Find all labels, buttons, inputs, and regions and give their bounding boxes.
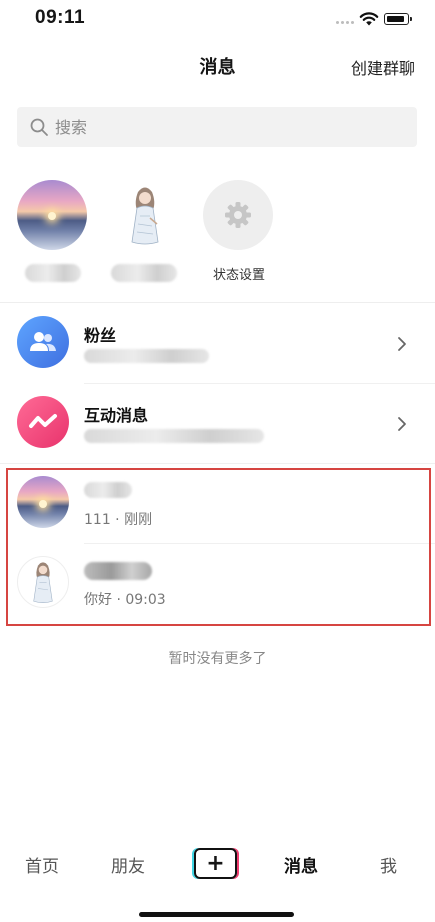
status-settings-button[interactable] <box>203 180 273 250</box>
fans-title: 粉丝 <box>84 326 117 345</box>
girl-sketch-illustration <box>131 187 159 245</box>
interactions-title: 互动消息 <box>84 406 149 425</box>
divider <box>0 302 435 303</box>
no-more-text: 暂时没有更多了 <box>168 651 267 667</box>
people-icon <box>30 332 56 351</box>
interactions-row[interactable]: 互动消息 <box>0 384 435 464</box>
wifi-icon <box>359 12 379 26</box>
home-indicator[interactable] <box>139 912 294 917</box>
zigzag-icon <box>29 414 57 428</box>
fans-icon-badge <box>17 316 69 368</box>
highlight-box <box>6 468 431 626</box>
bottom-tab-bar: 首页 朋友 + 消息 我 <box>0 838 435 890</box>
status-settings[interactable]: 状态设置 <box>203 180 275 283</box>
status-time: 09:11 <box>35 7 86 28</box>
search-icon <box>30 118 48 136</box>
create-post-button[interactable]: + <box>194 848 237 879</box>
interactions-icon-badge <box>17 396 69 448</box>
header: 消息 创建群聊 <box>0 40 435 90</box>
tab-home[interactable]: 首页 <box>25 852 59 877</box>
status-bar: 09:11 <box>0 0 435 38</box>
search-input[interactable] <box>55 117 395 137</box>
story-name-blurred <box>17 264 89 286</box>
search-bar[interactable] <box>17 107 417 147</box>
chevron-right-icon <box>398 337 406 351</box>
fans-subtitle-blurred <box>84 349 209 367</box>
interactions-subtitle-blurred <box>84 429 264 447</box>
story-item[interactable] <box>110 180 180 286</box>
tab-me[interactable]: 我 <box>380 852 397 877</box>
fans-row[interactable]: 粉丝 <box>0 304 435 384</box>
story-item[interactable] <box>17 180 89 286</box>
chevron-right-icon <box>398 417 406 431</box>
story-row: 状态设置 <box>0 180 435 290</box>
tab-friends[interactable]: 朋友 <box>111 852 145 877</box>
tab-messages[interactable]: 消息 <box>284 852 318 877</box>
girl-sketch-avatar[interactable] <box>110 180 180 250</box>
create-group-button[interactable]: 创建群聊 <box>351 55 415 79</box>
status-settings-label: 状态设置 <box>212 268 265 283</box>
story-name-blurred <box>110 264 178 286</box>
battery-icon <box>384 13 412 25</box>
sunset-avatar[interactable] <box>17 180 87 250</box>
gear-icon <box>225 202 251 228</box>
cellular-signal-icon <box>336 21 354 24</box>
